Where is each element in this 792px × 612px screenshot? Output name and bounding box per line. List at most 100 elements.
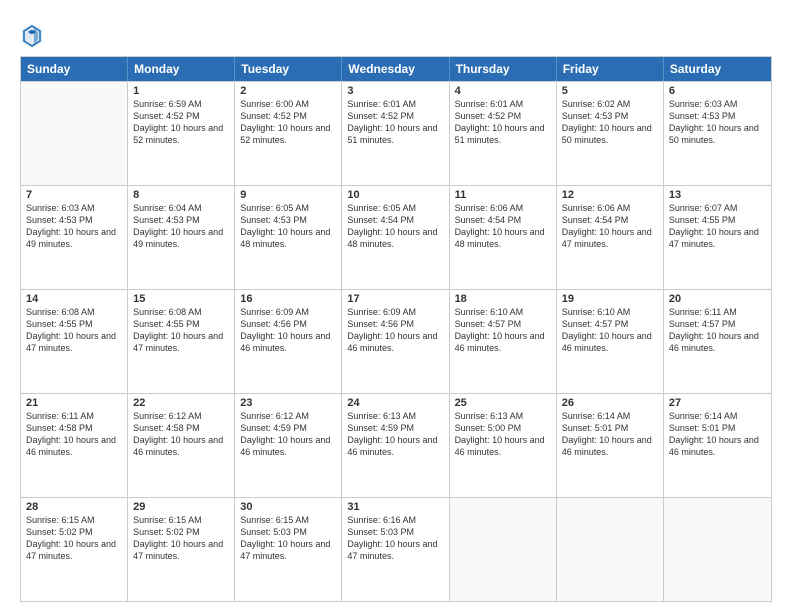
cal-cell: 19Sunrise: 6:10 AMSunset: 4:57 PMDayligh… bbox=[557, 290, 664, 393]
cal-week-4: 21Sunrise: 6:11 AMSunset: 4:58 PMDayligh… bbox=[21, 393, 771, 497]
cell-day-number: 1 bbox=[133, 85, 229, 97]
cal-header-wednesday: Wednesday bbox=[342, 57, 449, 81]
cal-cell: 14Sunrise: 6:08 AMSunset: 4:55 PMDayligh… bbox=[21, 290, 128, 393]
cal-week-5: 28Sunrise: 6:15 AMSunset: 5:02 PMDayligh… bbox=[21, 497, 771, 601]
cell-day-number: 24 bbox=[347, 397, 443, 409]
calendar-body: 1Sunrise: 6:59 AMSunset: 4:52 PMDaylight… bbox=[21, 81, 771, 601]
cal-cell: 27Sunrise: 6:14 AMSunset: 5:01 PMDayligh… bbox=[664, 394, 771, 497]
cell-info: Sunrise: 6:05 AMSunset: 4:53 PMDaylight:… bbox=[240, 202, 336, 251]
cal-header-tuesday: Tuesday bbox=[235, 57, 342, 81]
cell-info: Sunrise: 6:01 AMSunset: 4:52 PMDaylight:… bbox=[455, 98, 551, 147]
cell-info: Sunrise: 6:59 AMSunset: 4:52 PMDaylight:… bbox=[133, 98, 229, 147]
logo bbox=[20, 22, 48, 50]
cal-header-thursday: Thursday bbox=[450, 57, 557, 81]
cell-day-number: 18 bbox=[455, 293, 551, 305]
cell-info: Sunrise: 6:09 AMSunset: 4:56 PMDaylight:… bbox=[240, 306, 336, 355]
cell-day-number: 7 bbox=[26, 189, 122, 201]
cell-day-number: 19 bbox=[562, 293, 658, 305]
cell-day-number: 29 bbox=[133, 501, 229, 513]
cell-day-number: 13 bbox=[669, 189, 766, 201]
cal-cell: 20Sunrise: 6:11 AMSunset: 4:57 PMDayligh… bbox=[664, 290, 771, 393]
cell-day-number: 26 bbox=[562, 397, 658, 409]
cal-week-1: 1Sunrise: 6:59 AMSunset: 4:52 PMDaylight… bbox=[21, 81, 771, 185]
cal-cell: 9Sunrise: 6:05 AMSunset: 4:53 PMDaylight… bbox=[235, 186, 342, 289]
cell-day-number: 20 bbox=[669, 293, 766, 305]
cal-cell bbox=[557, 498, 664, 601]
cell-day-number: 2 bbox=[240, 85, 336, 97]
cell-info: Sunrise: 6:08 AMSunset: 4:55 PMDaylight:… bbox=[133, 306, 229, 355]
cell-day-number: 4 bbox=[455, 85, 551, 97]
cell-day-number: 30 bbox=[240, 501, 336, 513]
cell-info: Sunrise: 6:13 AMSunset: 5:00 PMDaylight:… bbox=[455, 410, 551, 459]
cell-info: Sunrise: 6:06 AMSunset: 4:54 PMDaylight:… bbox=[455, 202, 551, 251]
cal-cell: 11Sunrise: 6:06 AMSunset: 4:54 PMDayligh… bbox=[450, 186, 557, 289]
cal-cell: 16Sunrise: 6:09 AMSunset: 4:56 PMDayligh… bbox=[235, 290, 342, 393]
cal-cell: 3Sunrise: 6:01 AMSunset: 4:52 PMDaylight… bbox=[342, 82, 449, 185]
cell-day-number: 8 bbox=[133, 189, 229, 201]
cell-info: Sunrise: 6:00 AMSunset: 4:52 PMDaylight:… bbox=[240, 98, 336, 147]
cell-day-number: 10 bbox=[347, 189, 443, 201]
cell-info: Sunrise: 6:10 AMSunset: 4:57 PMDaylight:… bbox=[562, 306, 658, 355]
cell-info: Sunrise: 6:01 AMSunset: 4:52 PMDaylight:… bbox=[347, 98, 443, 147]
cell-day-number: 25 bbox=[455, 397, 551, 409]
cell-info: Sunrise: 6:02 AMSunset: 4:53 PMDaylight:… bbox=[562, 98, 658, 147]
cell-day-number: 31 bbox=[347, 501, 443, 513]
page: SundayMondayTuesdayWednesdayThursdayFrid… bbox=[0, 0, 792, 612]
cal-cell: 28Sunrise: 6:15 AMSunset: 5:02 PMDayligh… bbox=[21, 498, 128, 601]
cal-cell: 31Sunrise: 6:16 AMSunset: 5:03 PMDayligh… bbox=[342, 498, 449, 601]
cal-header-monday: Monday bbox=[128, 57, 235, 81]
cal-cell: 4Sunrise: 6:01 AMSunset: 4:52 PMDaylight… bbox=[450, 82, 557, 185]
cell-info: Sunrise: 6:11 AMSunset: 4:57 PMDaylight:… bbox=[669, 306, 766, 355]
cal-cell: 21Sunrise: 6:11 AMSunset: 4:58 PMDayligh… bbox=[21, 394, 128, 497]
cell-day-number: 6 bbox=[669, 85, 766, 97]
cell-info: Sunrise: 6:10 AMSunset: 4:57 PMDaylight:… bbox=[455, 306, 551, 355]
cal-cell: 18Sunrise: 6:10 AMSunset: 4:57 PMDayligh… bbox=[450, 290, 557, 393]
cal-cell: 8Sunrise: 6:04 AMSunset: 4:53 PMDaylight… bbox=[128, 186, 235, 289]
cell-day-number: 28 bbox=[26, 501, 122, 513]
cell-day-number: 12 bbox=[562, 189, 658, 201]
cell-info: Sunrise: 6:15 AMSunset: 5:03 PMDaylight:… bbox=[240, 514, 336, 563]
cell-info: Sunrise: 6:05 AMSunset: 4:54 PMDaylight:… bbox=[347, 202, 443, 251]
header bbox=[20, 18, 772, 50]
cal-cell: 10Sunrise: 6:05 AMSunset: 4:54 PMDayligh… bbox=[342, 186, 449, 289]
cal-header-friday: Friday bbox=[557, 57, 664, 81]
cal-cell bbox=[21, 82, 128, 185]
cal-cell: 17Sunrise: 6:09 AMSunset: 4:56 PMDayligh… bbox=[342, 290, 449, 393]
cell-info: Sunrise: 6:12 AMSunset: 4:59 PMDaylight:… bbox=[240, 410, 336, 459]
cal-cell: 13Sunrise: 6:07 AMSunset: 4:55 PMDayligh… bbox=[664, 186, 771, 289]
cal-cell: 12Sunrise: 6:06 AMSunset: 4:54 PMDayligh… bbox=[557, 186, 664, 289]
cell-day-number: 11 bbox=[455, 189, 551, 201]
cal-cell: 23Sunrise: 6:12 AMSunset: 4:59 PMDayligh… bbox=[235, 394, 342, 497]
cell-day-number: 23 bbox=[240, 397, 336, 409]
cell-info: Sunrise: 6:09 AMSunset: 4:56 PMDaylight:… bbox=[347, 306, 443, 355]
cell-day-number: 16 bbox=[240, 293, 336, 305]
cal-cell: 22Sunrise: 6:12 AMSunset: 4:58 PMDayligh… bbox=[128, 394, 235, 497]
cal-week-3: 14Sunrise: 6:08 AMSunset: 4:55 PMDayligh… bbox=[21, 289, 771, 393]
cell-day-number: 21 bbox=[26, 397, 122, 409]
cell-day-number: 22 bbox=[133, 397, 229, 409]
cal-cell: 7Sunrise: 6:03 AMSunset: 4:53 PMDaylight… bbox=[21, 186, 128, 289]
cal-cell: 15Sunrise: 6:08 AMSunset: 4:55 PMDayligh… bbox=[128, 290, 235, 393]
cell-info: Sunrise: 6:03 AMSunset: 4:53 PMDaylight:… bbox=[669, 98, 766, 147]
cell-info: Sunrise: 6:03 AMSunset: 4:53 PMDaylight:… bbox=[26, 202, 122, 251]
cal-header-sunday: Sunday bbox=[21, 57, 128, 81]
cell-info: Sunrise: 6:15 AMSunset: 5:02 PMDaylight:… bbox=[133, 514, 229, 563]
cell-info: Sunrise: 6:08 AMSunset: 4:55 PMDaylight:… bbox=[26, 306, 122, 355]
cell-info: Sunrise: 6:15 AMSunset: 5:02 PMDaylight:… bbox=[26, 514, 122, 563]
cell-day-number: 15 bbox=[133, 293, 229, 305]
cell-day-number: 3 bbox=[347, 85, 443, 97]
cal-cell: 25Sunrise: 6:13 AMSunset: 5:00 PMDayligh… bbox=[450, 394, 557, 497]
cal-cell: 1Sunrise: 6:59 AMSunset: 4:52 PMDaylight… bbox=[128, 82, 235, 185]
cell-info: Sunrise: 6:11 AMSunset: 4:58 PMDaylight:… bbox=[26, 410, 122, 459]
cell-day-number: 27 bbox=[669, 397, 766, 409]
cal-cell: 29Sunrise: 6:15 AMSunset: 5:02 PMDayligh… bbox=[128, 498, 235, 601]
calendar-header-row: SundayMondayTuesdayWednesdayThursdayFrid… bbox=[21, 57, 771, 81]
cell-info: Sunrise: 6:13 AMSunset: 4:59 PMDaylight:… bbox=[347, 410, 443, 459]
cell-day-number: 5 bbox=[562, 85, 658, 97]
cal-cell: 24Sunrise: 6:13 AMSunset: 4:59 PMDayligh… bbox=[342, 394, 449, 497]
cal-cell: 6Sunrise: 6:03 AMSunset: 4:53 PMDaylight… bbox=[664, 82, 771, 185]
cell-info: Sunrise: 6:14 AMSunset: 5:01 PMDaylight:… bbox=[562, 410, 658, 459]
cal-cell bbox=[664, 498, 771, 601]
cal-cell bbox=[450, 498, 557, 601]
logo-icon bbox=[20, 22, 44, 50]
